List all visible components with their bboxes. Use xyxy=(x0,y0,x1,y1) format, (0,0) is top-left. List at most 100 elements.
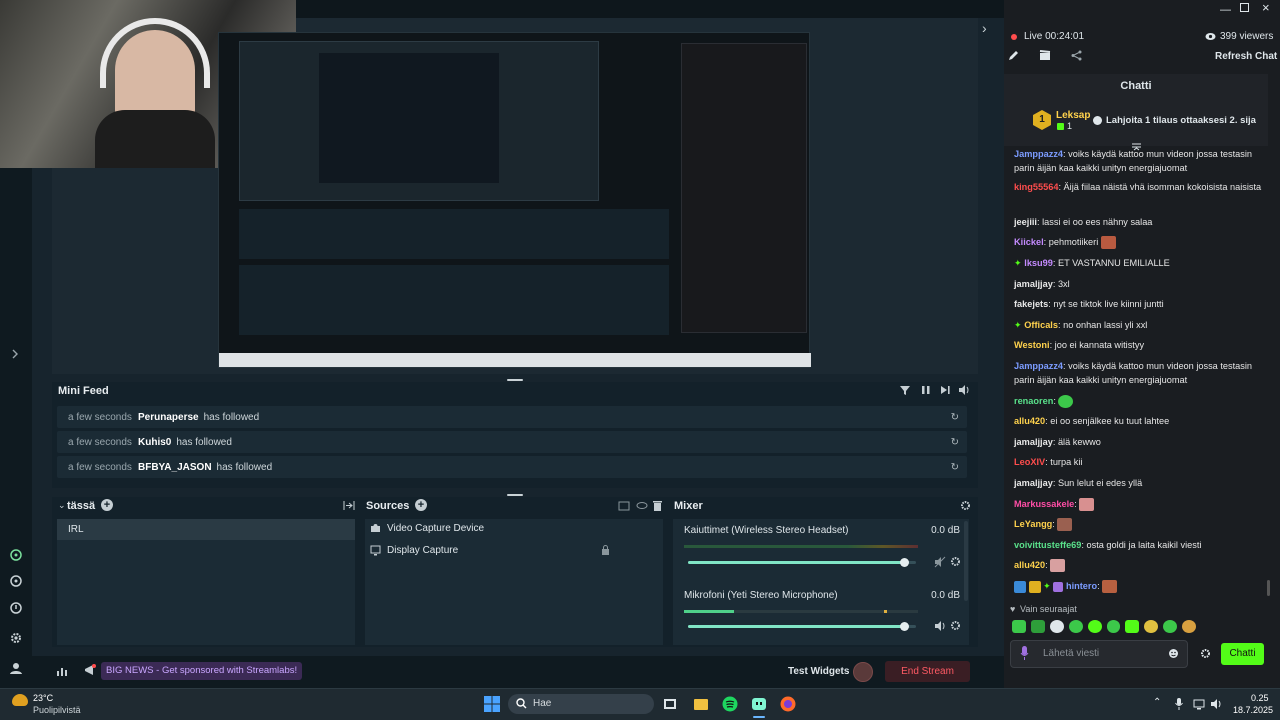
eye-icon[interactable] xyxy=(636,500,648,511)
chat-username[interactable]: Officals xyxy=(1024,320,1058,330)
repeat-icon[interactable]: ↻ xyxy=(951,462,959,473)
pause-icon[interactable] xyxy=(920,384,932,396)
share-icon[interactable] xyxy=(1071,50,1082,61)
chat-username[interactable]: Markussakele xyxy=(1014,499,1074,509)
chat-username[interactable]: LeYangg xyxy=(1014,519,1052,529)
emote-button[interactable] xyxy=(1163,620,1178,633)
network-icon[interactable] xyxy=(1193,698,1205,710)
end-stream-button[interactable]: End Stream xyxy=(885,661,970,682)
folder-icon[interactable] xyxy=(618,500,630,511)
chat-username[interactable]: Jamppazz4 xyxy=(1014,149,1063,159)
muted-speaker-icon[interactable] xyxy=(934,556,946,568)
emote-button[interactable] xyxy=(1182,620,1197,633)
add-source-icon[interactable]: + xyxy=(415,499,427,511)
lock-icon[interactable] xyxy=(601,545,610,555)
volume-slider[interactable] xyxy=(688,622,916,631)
edit-icon[interactable] xyxy=(1008,50,1019,61)
trash-icon[interactable] xyxy=(652,500,663,511)
chat-username[interactable]: lksu99 xyxy=(1024,258,1053,268)
collapse-chat-icon[interactable]: › xyxy=(982,20,987,36)
tray-chevron-icon[interactable]: ⌃ xyxy=(1153,697,1161,708)
spotify-icon[interactable] xyxy=(722,696,738,712)
emote-button[interactable] xyxy=(1012,620,1026,633)
mixer-scrollbar[interactable] xyxy=(964,521,968,601)
weather-icon[interactable] xyxy=(12,694,28,706)
chat-username[interactable]: jamaljjay xyxy=(1014,279,1053,289)
maximize-icon[interactable] xyxy=(1240,3,1249,12)
feed-user[interactable]: Perunaperse xyxy=(138,412,199,423)
repeat-icon[interactable]: ↻ xyxy=(951,437,959,448)
volume-slider-knob[interactable] xyxy=(899,622,909,631)
microphone-icon[interactable] xyxy=(1020,646,1029,660)
chat-username[interactable]: allu420 xyxy=(1014,416,1045,426)
streamlabs-icon[interactable] xyxy=(751,696,767,712)
rec-icon[interactable] xyxy=(853,662,873,682)
tray-mic-icon[interactable] xyxy=(1175,698,1183,710)
chat-username[interactable]: king55564 xyxy=(1014,182,1058,192)
emote-button[interactable] xyxy=(1068,620,1083,633)
chat-username[interactable]: voivittusteffe69 xyxy=(1014,540,1081,550)
emote-button[interactable] xyxy=(1049,620,1064,633)
volume-icon[interactable] xyxy=(958,384,970,396)
emote-button[interactable] xyxy=(1106,620,1121,633)
taskbar-search[interactable] xyxy=(508,694,654,714)
mixer-settings-icon[interactable] xyxy=(960,500,971,511)
close-icon[interactable]: × xyxy=(1262,0,1270,15)
overlay-icon[interactable] xyxy=(9,574,23,588)
emote-button[interactable] xyxy=(1087,620,1102,633)
task-view-icon[interactable] xyxy=(662,696,678,712)
scene-item[interactable]: IRL xyxy=(57,519,355,540)
channel-settings-icon[interactable] xyxy=(950,620,961,631)
chat-username[interactable]: jamaljjay xyxy=(1014,437,1053,447)
chat-username[interactable]: LeoXIV xyxy=(1014,457,1045,467)
chat-username[interactable]: hintero xyxy=(1066,581,1097,591)
emote-button[interactable] xyxy=(1125,620,1140,633)
source-item[interactable]: Display Capture xyxy=(370,545,658,556)
widget-icon[interactable] xyxy=(9,548,23,562)
news-banner[interactable]: BIG NEWS - Get sponsored with Streamlabs… xyxy=(101,662,303,680)
emoji-icon[interactable] xyxy=(1168,648,1179,659)
emote-button[interactable] xyxy=(1144,620,1159,633)
chat-username[interactable]: Kiickel xyxy=(1014,237,1044,247)
emote-button[interactable] xyxy=(1030,620,1045,633)
repeat-icon[interactable]: ↻ xyxy=(951,412,959,423)
chat-username[interactable]: jeejiii xyxy=(1014,217,1037,227)
filter-icon[interactable] xyxy=(899,384,911,396)
windows-start-icon[interactable] xyxy=(484,696,500,712)
chevron-down-icon[interactable]: ⌄ xyxy=(58,500,66,511)
stats-icon[interactable] xyxy=(56,665,68,677)
test-widgets-button[interactable]: Test Widgets xyxy=(788,666,849,677)
chat-username[interactable]: fakejets xyxy=(1014,299,1048,309)
feed-user[interactable]: BFBYA_JASON xyxy=(138,462,212,473)
file-explorer-icon[interactable] xyxy=(693,696,709,712)
skip-icon[interactable] xyxy=(939,384,951,396)
firefox-icon[interactable] xyxy=(780,696,796,712)
chat-username[interactable]: allu420 xyxy=(1014,560,1045,570)
chat-username[interactable]: renaoren xyxy=(1014,396,1053,406)
chat-username[interactable]: Jamppazz4 xyxy=(1014,361,1063,371)
source-item[interactable]: Video Capture Device xyxy=(370,523,484,534)
refresh-chat-button[interactable]: Refresh Chat xyxy=(1215,51,1277,62)
minimize-icon[interactable]: — xyxy=(1220,4,1231,16)
feed-user[interactable]: Kuhis0 xyxy=(138,437,171,448)
volume-tray-icon[interactable] xyxy=(1210,698,1222,710)
chat-username[interactable]: Westoni xyxy=(1014,340,1050,350)
chat-text: nyt se tiktok live kiinni juntti xyxy=(1053,299,1164,309)
chat-username[interactable]: jamaljjay xyxy=(1014,478,1053,488)
volume-slider[interactable] xyxy=(688,558,916,567)
resize-handle[interactable] xyxy=(507,379,523,381)
volume-slider-knob[interactable] xyxy=(899,558,909,567)
resize-handle[interactable] xyxy=(507,494,523,496)
profile-icon[interactable] xyxy=(9,661,23,675)
channel-settings-icon[interactable] xyxy=(950,556,961,567)
settings-icon[interactable] xyxy=(9,631,23,645)
send-chat-button[interactable]: Chatti xyxy=(1221,643,1264,665)
speaker-icon[interactable] xyxy=(934,620,946,632)
chat-scrollbar[interactable] xyxy=(1267,580,1270,596)
scene-transition-icon[interactable] xyxy=(343,500,355,511)
alertbox-icon[interactable] xyxy=(9,601,23,615)
clapper-icon[interactable] xyxy=(1039,50,1051,61)
add-scene-icon[interactable]: + xyxy=(101,499,113,511)
chat-settings-icon[interactable] xyxy=(1200,648,1211,659)
chevron-right-icon[interactable] xyxy=(9,348,23,362)
